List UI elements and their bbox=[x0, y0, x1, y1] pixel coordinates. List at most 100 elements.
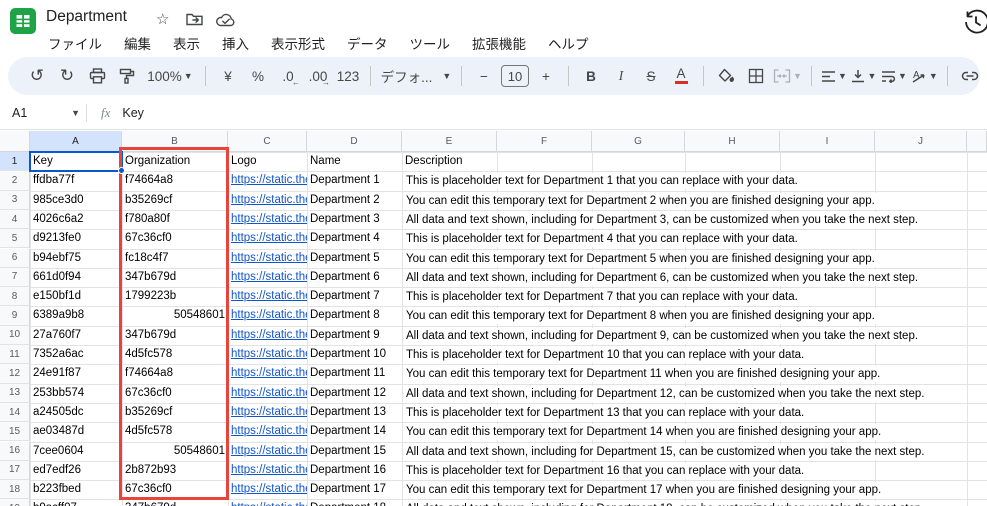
cell-E1[interactable]: Description bbox=[402, 152, 497, 171]
cell-C16-link[interactable]: https://static.ther bbox=[228, 442, 307, 461]
decrease-decimal-button[interactable]: .0 ← bbox=[275, 63, 301, 89]
cell-A7[interactable]: 661d0f94 bbox=[30, 268, 122, 287]
cell-A2[interactable]: ffdba77f bbox=[30, 171, 122, 190]
cell-E3[interactable]: You can edit this temporary text for Dep… bbox=[403, 192, 878, 209]
increase-decimal-button[interactable]: .00 → bbox=[305, 63, 331, 89]
name-box[interactable]: A1 ▼ bbox=[0, 106, 86, 120]
cell-C6-link[interactable]: https://static.ther bbox=[228, 249, 307, 268]
cell-C19-link[interactable]: https://static.ther bbox=[228, 499, 307, 506]
menu-edit[interactable]: 編集 bbox=[116, 31, 159, 53]
cell-D14[interactable]: Department 13 bbox=[307, 403, 402, 422]
version-history-icon[interactable] bbox=[963, 9, 987, 40]
row-header-11[interactable]: 11 bbox=[0, 345, 30, 365]
italic-button[interactable]: I bbox=[608, 63, 634, 89]
cell-D19[interactable]: Department 18 bbox=[307, 499, 402, 506]
cell-C14-link[interactable]: https://static.ther bbox=[228, 403, 307, 422]
cell-D4[interactable]: Department 3 bbox=[307, 210, 402, 229]
cell-C10-link[interactable]: https://static.ther bbox=[228, 326, 307, 345]
row-header-12[interactable]: 12 bbox=[0, 364, 30, 384]
column-header-G[interactable]: G bbox=[592, 131, 685, 152]
star-icon[interactable]: ☆ bbox=[156, 10, 169, 28]
cell-E10[interactable]: All data and text shown, including for D… bbox=[403, 327, 922, 344]
cell-E2[interactable]: This is placeholder text for Department … bbox=[403, 173, 801, 190]
redo-button[interactable]: ↻ bbox=[54, 63, 80, 89]
cell-B19[interactable]: 347b679d bbox=[122, 499, 228, 506]
menu-file[interactable]: ファイル bbox=[40, 31, 110, 53]
font-select[interactable]: デフォ... ▼ bbox=[380, 63, 452, 89]
row-header-8[interactable]: 8 bbox=[0, 287, 30, 307]
cell-C8-link[interactable]: https://static.ther bbox=[228, 287, 307, 306]
cell-A19[interactable]: b9acff07 bbox=[30, 499, 122, 506]
cell-C17-link[interactable]: https://static.ther bbox=[228, 461, 307, 480]
insert-link-button[interactable] bbox=[957, 63, 980, 89]
column-header-E[interactable]: E bbox=[402, 131, 497, 152]
row-header-5[interactable]: 5 bbox=[0, 229, 30, 249]
name-box-caret-icon[interactable]: ▼ bbox=[71, 108, 80, 118]
row-header-13[interactable]: 13 bbox=[0, 383, 30, 403]
cell-E6[interactable]: You can edit this temporary text for Dep… bbox=[403, 250, 878, 267]
strikethrough-button[interactable]: S bbox=[638, 63, 664, 89]
currency-format-button[interactable]: ¥ bbox=[215, 63, 241, 89]
menu-view[interactable]: 表示 bbox=[165, 31, 208, 53]
sheets-logo-icon[interactable] bbox=[10, 8, 36, 39]
cell-E18[interactable]: You can edit this temporary text for Dep… bbox=[403, 482, 885, 499]
cell-A11[interactable]: 7352a6ac bbox=[30, 345, 122, 364]
column-header-partial[interactable] bbox=[967, 131, 987, 152]
cell-C11-link[interactable]: https://static.ther bbox=[228, 345, 307, 364]
cell-C15-link[interactable]: https://static.ther bbox=[228, 422, 307, 441]
cell-A17[interactable]: ed7edf26 bbox=[30, 461, 122, 480]
cell-D10[interactable]: Department 9 bbox=[307, 326, 402, 345]
cell-A3[interactable]: 985ce3d0 bbox=[30, 191, 122, 210]
cell-E9[interactable]: You can edit this temporary text for Dep… bbox=[403, 308, 878, 325]
text-wrap-button[interactable]: ▼ bbox=[881, 63, 907, 89]
undo-button[interactable]: ↺ bbox=[24, 63, 50, 89]
cell-A14[interactable]: a24505dc bbox=[30, 403, 122, 422]
menu-help[interactable]: ヘルプ bbox=[540, 31, 597, 53]
row-header-17[interactable]: 17 bbox=[0, 460, 30, 481]
text-rotation-button[interactable]: A ▼ bbox=[911, 63, 938, 89]
row-header-15[interactable]: 15 bbox=[0, 422, 30, 442]
cell-E11[interactable]: This is placeholder text for Department … bbox=[403, 347, 808, 363]
cell-C3-link[interactable]: https://static.ther bbox=[228, 191, 307, 210]
column-header-F[interactable]: F bbox=[497, 131, 592, 152]
cell-D12[interactable]: Department 11 bbox=[307, 364, 402, 383]
print-button[interactable] bbox=[84, 63, 110, 89]
row-header-2[interactable]: 2 bbox=[0, 171, 30, 191]
cell-E8[interactable]: This is placeholder text for Department … bbox=[403, 289, 801, 306]
row-header-16[interactable]: 16 bbox=[0, 441, 30, 461]
cell-A5[interactable]: d9213fe0 bbox=[30, 229, 122, 248]
cell-E14[interactable]: This is placeholder text for Department … bbox=[403, 404, 808, 421]
paint-format-button[interactable] bbox=[114, 63, 140, 89]
percent-format-button[interactable]: % bbox=[245, 63, 271, 89]
cell-A6[interactable]: b94ebf75 bbox=[30, 249, 122, 268]
cloud-saved-icon[interactable] bbox=[216, 13, 236, 31]
row-header-3[interactable]: 3 bbox=[0, 190, 30, 210]
row-header-9[interactable]: 9 bbox=[0, 306, 30, 326]
move-to-folder-icon[interactable] bbox=[186, 12, 203, 30]
column-header-H[interactable]: H bbox=[685, 131, 780, 152]
cell-D2[interactable]: Department 1 bbox=[307, 171, 402, 190]
row-header-18[interactable]: 18 bbox=[0, 480, 30, 500]
menu-format[interactable]: 表示形式 bbox=[263, 31, 333, 53]
text-color-button[interactable]: A bbox=[668, 63, 694, 89]
cell-A12[interactable]: 24e91f87 bbox=[30, 364, 122, 383]
column-header-J[interactable]: J bbox=[875, 131, 967, 152]
cell-C1[interactable]: Logo bbox=[228, 152, 307, 171]
cell-C5-link[interactable]: https://static.ther bbox=[228, 229, 307, 248]
increase-font-size-button[interactable]: + bbox=[533, 63, 559, 89]
cell-E13[interactable]: All data and text shown, including for D… bbox=[403, 385, 928, 402]
cell-A9[interactable]: 6389a9b8 bbox=[30, 306, 122, 325]
cell-D15[interactable]: Department 14 bbox=[307, 422, 402, 441]
cell-A18[interactable]: b223fbed bbox=[30, 480, 122, 499]
cell-A16[interactable]: 7cee0604 bbox=[30, 442, 122, 461]
row-header-10[interactable]: 10 bbox=[0, 325, 30, 345]
cell-A13[interactable]: 253bb574 bbox=[30, 384, 122, 403]
cell-A10[interactable]: 27a760f7 bbox=[30, 326, 122, 345]
cell-C2-link[interactable]: https://static.ther bbox=[228, 171, 307, 190]
cell-A4[interactable]: 4026c6a2 bbox=[30, 210, 122, 229]
bold-button[interactable]: B bbox=[578, 63, 604, 89]
menu-insert[interactable]: 挿入 bbox=[214, 31, 257, 53]
column-header-D[interactable]: D bbox=[307, 131, 402, 152]
cell-D9[interactable]: Department 8 bbox=[307, 306, 402, 325]
column-header-A[interactable]: A bbox=[30, 131, 122, 152]
